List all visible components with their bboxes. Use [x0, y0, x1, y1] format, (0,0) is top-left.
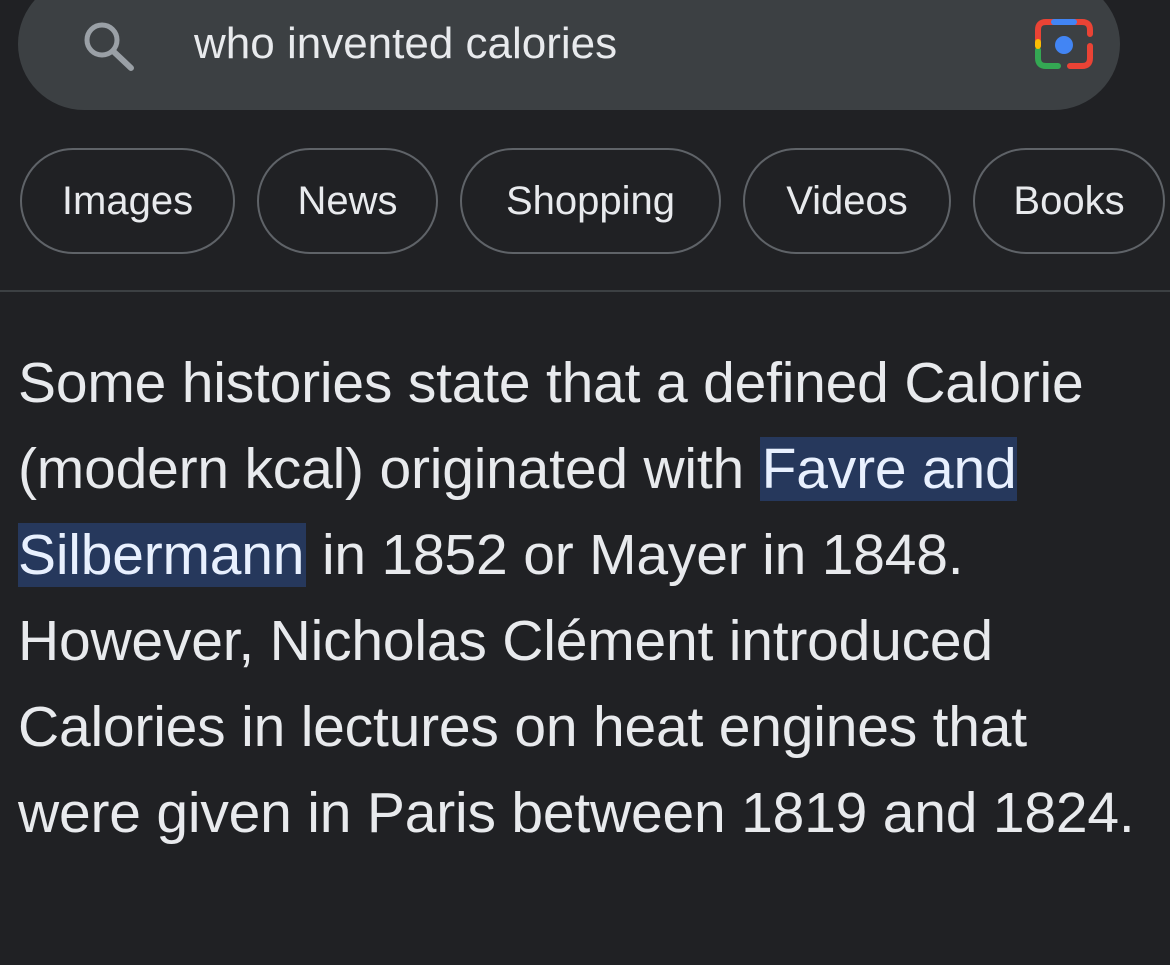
- search-results-page: who invented calories Images News Shoppi…: [0, 0, 1170, 965]
- chip-label: Images: [61, 178, 194, 223]
- chip-shopping[interactable]: Shopping: [460, 148, 721, 254]
- chip-label: Shopping: [505, 178, 676, 223]
- chip-books[interactable]: Books: [973, 148, 1165, 254]
- chip-label: News: [297, 178, 398, 223]
- chip-news[interactable]: News: [257, 148, 438, 254]
- search-icon[interactable]: [78, 20, 138, 72]
- google-lens-icon[interactable]: [1032, 16, 1096, 72]
- chip-label: Videos: [786, 178, 908, 223]
- search-filter-chips: Images News Shopping Videos Books: [0, 148, 1170, 258]
- chip-label: Books: [1013, 178, 1125, 223]
- featured-answer-text: Some histories state that a defined Calo…: [18, 340, 1148, 856]
- chip-images[interactable]: Images: [20, 148, 235, 254]
- search-bar[interactable]: who invented calories: [18, 0, 1120, 110]
- search-input[interactable]: who invented calories: [194, 18, 617, 70]
- divider: [0, 290, 1170, 292]
- chip-videos[interactable]: Videos: [743, 148, 951, 254]
